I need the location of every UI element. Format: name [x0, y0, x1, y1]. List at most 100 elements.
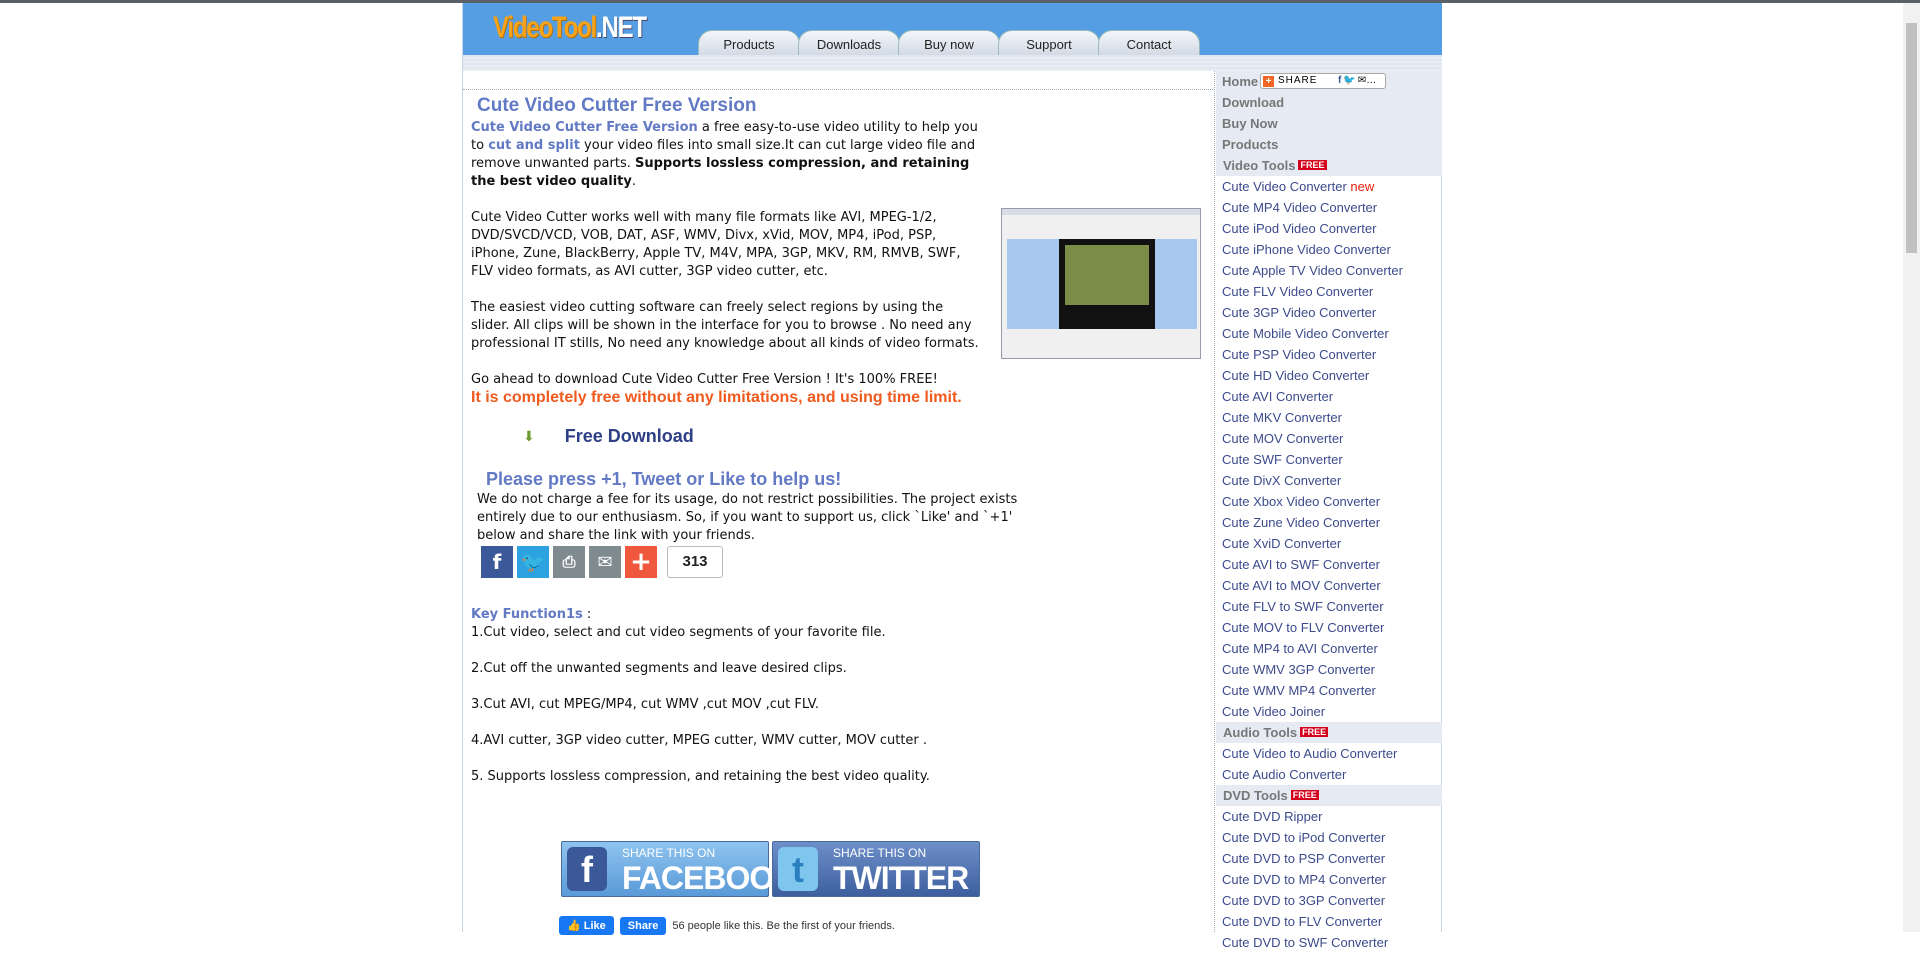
facebook-icon[interactable]: f: [481, 546, 513, 578]
twitter-logo-icon: t: [778, 847, 818, 891]
sidebar-link[interactable]: Cute MOV Converter: [1216, 428, 1442, 449]
sidebar-link[interactable]: Cute DVD to FLV Converter: [1216, 911, 1442, 932]
free-download-link[interactable]: ⬇ Free Download: [523, 426, 694, 447]
sidebar-item-products[interactable]: Products: [1216, 134, 1442, 155]
sidebar-link[interactable]: Cute WMV 3GP Converter: [1216, 659, 1442, 680]
sidebar-link-label: Cute Mobile Video Converter: [1222, 326, 1389, 341]
sidebar-link[interactable]: Cute AVI to SWF Converter: [1216, 554, 1442, 575]
sidebar-item-buy-now[interactable]: Buy Now: [1216, 113, 1442, 134]
sidebar-link-label: Cute WMV MP4 Converter: [1222, 683, 1376, 698]
main-content: Cute Video Cutter Free Version Cute Vide…: [463, 71, 1215, 935]
facebook-logo-icon: f: [567, 847, 607, 891]
screenshot-titlebar: [1002, 209, 1200, 215]
page-scrollbar[interactable]: [1903, 3, 1920, 932]
sidebar-link[interactable]: Cute iPod Video Converter: [1216, 218, 1442, 239]
sidebar-link[interactable]: Cute Video Joiner: [1216, 701, 1442, 722]
sidebar-link[interactable]: Cute MP4 to AVI Converter: [1216, 638, 1442, 659]
product-link[interactable]: Cute Video Cutter Free Version: [471, 120, 698, 135]
sidebar-link[interactable]: Cute HD Video Converter: [1216, 365, 1442, 386]
free-badge: FREE: [1298, 160, 1327, 170]
sidebar-link-label: Cute Video Converter: [1222, 179, 1347, 194]
screenshot-video-area: [1007, 239, 1197, 329]
tab-contact[interactable]: Contact: [1098, 30, 1200, 57]
sidebar-link-label: Cute WMV 3GP Converter: [1222, 662, 1375, 677]
site-header: VideoTool.NET Products Downloads Buy now…: [463, 3, 1442, 57]
sidebar-link-label: Cute Apple TV Video Converter: [1222, 263, 1403, 278]
sidebar-link[interactable]: Cute MOV to FLV Converter: [1216, 617, 1442, 638]
sidebar-link[interactable]: Cute Apple TV Video Converter: [1216, 260, 1442, 281]
sidebar-link[interactable]: Cute iPhone Video Converter: [1216, 239, 1442, 260]
sidebar-item-download[interactable]: Download: [1216, 92, 1442, 113]
sidebar-link-label: Cute AVI Converter: [1222, 389, 1334, 404]
scrollbar-thumb[interactable]: [1906, 23, 1917, 253]
sidebar-link[interactable]: Cute Video Converter new: [1216, 176, 1442, 197]
tab-products[interactable]: Products: [698, 30, 800, 57]
function-item: 3.Cut AVI, cut MPEG/MP4, cut WMV ,cut MO…: [471, 697, 820, 712]
share-twitter-button[interactable]: t SHARE THIS ON TWITTER: [772, 841, 980, 897]
sidebar-link-label: Cute iPod Video Converter: [1222, 221, 1377, 236]
sidebar-link[interactable]: Cute WMV MP4 Converter: [1216, 680, 1442, 701]
free-badge: FREE: [1290, 790, 1319, 800]
page-title: Cute Video Cutter Free Version: [477, 95, 757, 116]
share-facebook-button[interactable]: f SHARE THIS ON FACEBOOK: [561, 841, 796, 897]
tab-downloads[interactable]: Downloads: [798, 30, 900, 57]
print-icon[interactable]: ⎙: [553, 546, 585, 578]
sidebar-link-label: Cute PSP Video Converter: [1222, 347, 1377, 362]
twitter-icon[interactable]: 🐦: [517, 546, 549, 578]
sidebar-link-label: Cute DVD to SWF Converter: [1222, 935, 1389, 950]
twitter-icon: 🐦: [1343, 75, 1356, 86]
sidebar-link-label: Cute SWF Converter: [1222, 452, 1343, 467]
share-small-label: SHARE THIS ON: [622, 846, 716, 860]
sidebar-link[interactable]: Cute FLV Video Converter: [1216, 281, 1442, 302]
logo-suffix: .NET: [595, 11, 647, 44]
sidebar-link[interactable]: Cute MP4 Video Converter: [1216, 197, 1442, 218]
sidebar-link-label: Cute DivX Converter: [1222, 473, 1342, 488]
addthis-share-button[interactable]: + SHARE f 🐦 ✉…: [1260, 73, 1386, 89]
sidebar-link[interactable]: Cute XviD Converter: [1216, 533, 1442, 554]
sidebar-link[interactable]: Cute Mobile Video Converter: [1216, 323, 1442, 344]
section-video-tools: Video Tools FREE: [1216, 155, 1442, 176]
sidebar-link[interactable]: Cute 3GP Video Converter: [1216, 302, 1442, 323]
share-label: SHARE: [1278, 75, 1318, 86]
facebook-icon: f: [1338, 75, 1342, 86]
sidebar-link[interactable]: Cute DivX Converter: [1216, 470, 1442, 491]
tab-support[interactable]: Support: [998, 30, 1100, 57]
product-screenshot[interactable]: [1001, 208, 1201, 359]
plus-icon[interactable]: +: [625, 546, 657, 578]
divider: [463, 89, 1213, 90]
section-audio-tools: Audio Tools FREE: [1216, 722, 1442, 743]
sidebar-link[interactable]: Cute DVD Ripper: [1216, 806, 1442, 827]
sidebar: Home Download Buy Now Products + SHARE f 🐦 ✉…: [1216, 71, 1442, 953]
tab-buy-now[interactable]: Buy now: [898, 30, 1000, 57]
sidebar-link[interactable]: Cute DVD to iPod Converter: [1216, 827, 1442, 848]
sidebar-link-label: Cute AVI to MOV Converter: [1222, 578, 1381, 593]
sidebar-link[interactable]: Cute DVD to PSP Converter: [1216, 848, 1442, 869]
sidebar-link-label: Cute DVD Ripper: [1222, 809, 1323, 824]
sidebar-link[interactable]: Cute Video to Audio Converter: [1216, 743, 1442, 764]
sidebar-link[interactable]: Cute AVI to MOV Converter: [1216, 575, 1442, 596]
sidebar-link-label: Cute Video to Audio Converter: [1222, 746, 1398, 761]
sidebar-link[interactable]: Cute SWF Converter: [1216, 449, 1442, 470]
sidebar-link[interactable]: Cute PSP Video Converter: [1216, 344, 1442, 365]
sidebar-link[interactable]: Cute FLV to SWF Converter: [1216, 596, 1442, 617]
sidebar-link[interactable]: Cute Xbox Video Converter: [1216, 491, 1442, 512]
site-logo[interactable]: VideoTool.NET: [493, 11, 647, 45]
new-badge: new: [1350, 179, 1375, 194]
sidebar-link[interactable]: Cute Audio Converter: [1216, 764, 1442, 785]
section-title: Video Tools: [1223, 158, 1296, 173]
sidebar-link[interactable]: Cute DVD to 3GP Converter: [1216, 890, 1442, 911]
section-title: Audio Tools: [1223, 725, 1298, 740]
function-item: 5. Supports lossless compression, and re…: [471, 769, 930, 784]
support-text: We do not charge a fee for its usage, do…: [477, 492, 1018, 543]
cut-split-link[interactable]: cut and split: [488, 138, 580, 153]
email-icon[interactable]: ✉: [589, 546, 621, 578]
sidebar-link[interactable]: Cute DVD to SWF Converter: [1216, 932, 1442, 953]
function-item: 4.AVI cutter, 3GP video cutter, MPEG cut…: [471, 733, 928, 748]
sidebar-link[interactable]: Cute DVD to MP4 Converter: [1216, 869, 1442, 890]
more-icon: …: [1366, 75, 1377, 86]
sidebar-link[interactable]: Cute MKV Converter: [1216, 407, 1442, 428]
sidebar-link-label: Cute DVD to iPod Converter: [1222, 830, 1386, 845]
fb-like-button[interactable]: 👍 Like: [559, 916, 614, 935]
sidebar-link[interactable]: Cute Zune Video Converter: [1216, 512, 1442, 533]
sidebar-link[interactable]: Cute AVI Converter: [1216, 386, 1442, 407]
